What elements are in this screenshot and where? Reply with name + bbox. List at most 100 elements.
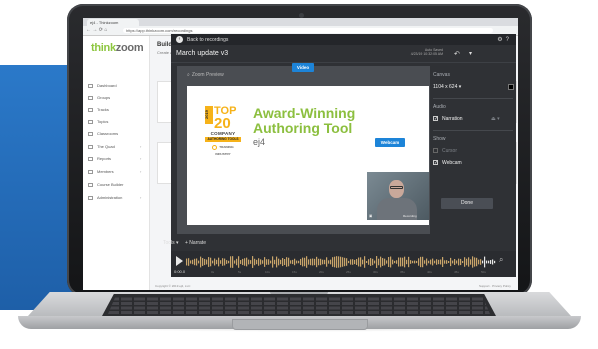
- waveform-bar: [198, 260, 200, 264]
- video-slide[interactable]: 2019 TOP 20 COMPANY AUTHORING TOOLS TRAI…: [187, 86, 429, 225]
- waveform-bar: [210, 257, 212, 267]
- footer-links[interactable]: Support · Privacy Policy: [479, 284, 511, 288]
- waveform-bar: [456, 260, 458, 264]
- undo-icon[interactable]: ↶: [454, 50, 460, 58]
- checkbox-checked-icon[interactable]: ✓: [433, 116, 438, 122]
- waveform-bar: [376, 256, 378, 268]
- timeline-tick: 20s: [319, 270, 324, 274]
- waveform-bar: [352, 259, 354, 265]
- browser-tab[interactable]: ej4 - Thinkzoom: [87, 19, 139, 26]
- sidebar-item-administration[interactable]: Administration ›: [88, 194, 141, 202]
- waveform-bar: [280, 259, 282, 265]
- settings-icon[interactable]: ⚙: [497, 37, 505, 43]
- sidebar-item-groups[interactable]: Groups: [88, 94, 110, 102]
- waveform-bar: [474, 257, 476, 267]
- back-to-recordings-link[interactable]: Back to recordings: [187, 37, 228, 43]
- sidebar-item-reports[interactable]: Reports ›: [88, 155, 141, 163]
- waveform-bar: [228, 260, 230, 264]
- background-color-swatch[interactable]: [508, 84, 514, 90]
- sidebar-item-the-quad[interactable]: The Quad ›: [88, 143, 141, 151]
- waveform-bar: [494, 260, 496, 264]
- browser-nav-icons[interactable]: ← → ⟳ ⌂: [86, 28, 107, 33]
- waveform-bar: [468, 257, 470, 267]
- waveform-bar: [200, 256, 202, 268]
- checkbox-checked-icon[interactable]: ✓: [433, 160, 438, 166]
- waveform-bar: [404, 256, 406, 268]
- recording-title[interactable]: March update v3: [176, 50, 228, 57]
- settings-panel: Canvas 1104 x 624 ▾ Audio ✓ Narration ⏏ ▾ …: [433, 64, 516, 264]
- cursor-toggle[interactable]: Cursor: [433, 148, 457, 154]
- sidebar-item-course-builder[interactable]: Course Builder: [88, 181, 123, 189]
- waveform-bar: [380, 256, 382, 268]
- waveform-bar: [428, 260, 430, 264]
- narrate-button[interactable]: + Narrate: [185, 240, 206, 246]
- timeline-tick: 35s: [400, 270, 405, 274]
- waveform-bar: [206, 259, 208, 265]
- dropdown-chevron-icon[interactable]: ▾: [469, 50, 472, 57]
- video-layer-tag[interactable]: Video: [292, 63, 314, 72]
- help-icon[interactable]: ?: [506, 37, 512, 43]
- done-button[interactable]: Done: [441, 198, 493, 209]
- waveform-bar: [448, 260, 450, 264]
- waveform-bar: [236, 258, 238, 266]
- waveform-bar: [290, 260, 292, 264]
- waveform-bar: [408, 256, 410, 268]
- sidebar-item-topics[interactable]: Topics: [88, 118, 108, 126]
- quad-icon: [88, 144, 93, 149]
- tools-dropdown[interactable]: Tools ▾: [163, 240, 179, 246]
- reports-icon: [88, 156, 93, 161]
- waveform-bar: [330, 259, 332, 265]
- narration-toggle[interactable]: ✓ Narration ⏏ ▾: [433, 116, 513, 122]
- groups-icon: [88, 95, 93, 100]
- waveform-bar: [306, 256, 308, 268]
- sidebar-item-dashboard[interactable]: Dashboard: [88, 82, 117, 90]
- waveform-bar: [460, 258, 462, 266]
- waveform-bar: [346, 258, 348, 266]
- timeline[interactable]: 0:00.0 ⌕ 0s 5s 10s 15s 20s 25s 30s 35s 40s 45s 50s: [171, 251, 516, 277]
- sidebar-item-classrooms[interactable]: Classrooms: [88, 130, 118, 138]
- webcam-overlay[interactable]: ▣ Recording: [367, 172, 429, 220]
- waveform-bar: [260, 259, 262, 265]
- zoom-timeline-icon[interactable]: ⌕: [499, 255, 503, 265]
- search-icon: ⌕: [187, 72, 190, 78]
- waveform-bar: [364, 256, 366, 268]
- current-time: 0:00.0: [174, 269, 186, 274]
- waveform-bar: [240, 260, 242, 264]
- waveform-bar: [406, 259, 408, 265]
- timeline-tick: 0s: [211, 270, 215, 274]
- waveform-bar: [298, 260, 300, 264]
- sidebar-item-members[interactable]: Members ›: [88, 168, 141, 176]
- waveform-bar: [436, 259, 438, 265]
- canvas-size-select[interactable]: 1104 x 624 ▾: [433, 84, 461, 90]
- window-controls[interactable]: ⚙?: [497, 36, 512, 43]
- waveform-bar: [418, 258, 420, 266]
- footer-copyright: Copyright © 2019 ej4, LLC: [155, 284, 191, 288]
- webcam-layer-tag[interactable]: Webcam: [375, 138, 405, 147]
- waveform-bar: [384, 258, 386, 266]
- url-field[interactable]: https://app.thinkzoom.com/recordings: [123, 28, 493, 33]
- waveform-bar: [420, 256, 422, 268]
- waveform-bar: [326, 257, 328, 267]
- waveform-bar: [360, 257, 362, 267]
- waveform-bar: [398, 257, 400, 267]
- sidebar-item-tracks[interactable]: Tracks: [88, 106, 109, 114]
- play-icon[interactable]: [176, 256, 183, 266]
- audio-waveform[interactable]: [186, 255, 496, 269]
- waveform-bar: [292, 259, 294, 265]
- back-arrow-icon[interactable]: ‹: [176, 36, 183, 43]
- thinkzoom-logo[interactable]: thinkzoom: [91, 42, 144, 54]
- checkbox-unchecked-icon[interactable]: [433, 148, 438, 154]
- waveform-bar: [336, 256, 338, 268]
- waveform-bar: [274, 259, 276, 265]
- waveform-bar: [344, 257, 346, 267]
- waveform-bar: [302, 257, 304, 267]
- divider: [433, 130, 513, 131]
- waveform-bar: [328, 260, 330, 264]
- divider: [433, 98, 513, 99]
- waveform-bar: [258, 258, 260, 266]
- webcam-toggle[interactable]: ✓ Webcam: [433, 160, 462, 166]
- waveform-bar: [412, 260, 414, 264]
- topics-icon: [88, 119, 93, 124]
- waveform-bar: [322, 259, 324, 265]
- narration-options[interactable]: ⏏ ▾: [491, 116, 500, 122]
